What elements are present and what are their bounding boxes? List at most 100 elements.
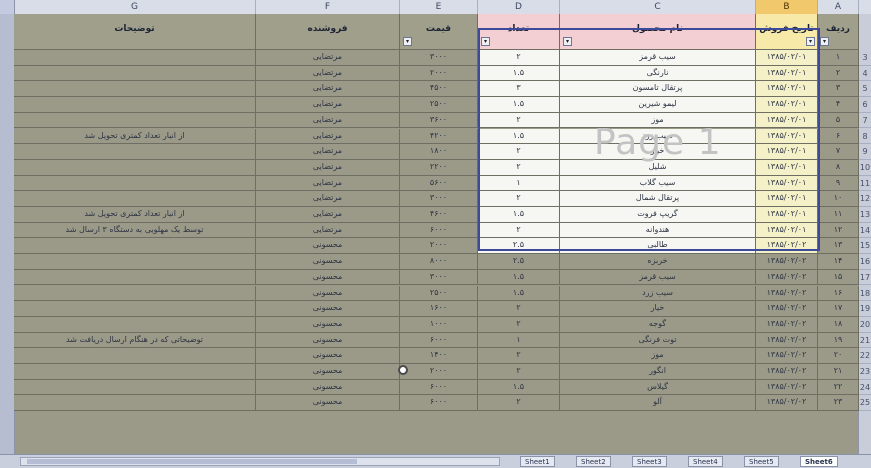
header-seller[interactable]: فروشنده — [256, 14, 400, 50]
date-cell[interactable]: ۱۳۸۵/۰۲/۰۲ — [756, 269, 818, 286]
row-number[interactable]: 18 — [859, 286, 871, 302]
count-cell[interactable]: ۲ — [478, 191, 560, 207]
product-cell[interactable]: سیب قرمز — [560, 50, 756, 66]
date-cell[interactable]: ۱۳۸۵/۰۲/۰۲ — [756, 379, 818, 396]
seller-cell[interactable]: مرتضایی — [256, 191, 400, 207]
seller-cell[interactable]: محسونی — [256, 285, 400, 302]
count-cell[interactable]: ۱.۵ — [478, 207, 560, 223]
date-cell[interactable]: ۱۳۸۵/۰۲/۰۱ — [756, 191, 818, 207]
product-cell[interactable]: سیب گلاب — [560, 175, 756, 192]
price-cell[interactable]: ۳۰۰۰ — [400, 191, 478, 207]
seller-cell[interactable]: محسونی — [256, 348, 400, 364]
notes-cell[interactable] — [14, 395, 256, 412]
column-header-a[interactable]: A — [818, 0, 859, 14]
product-cell[interactable]: خربزه — [560, 254, 756, 270]
seller-cell[interactable]: محسونی — [256, 364, 400, 380]
seller-cell[interactable]: مرتضایی — [256, 81, 400, 98]
notes-cell[interactable] — [14, 81, 256, 98]
date-cell[interactable]: ۱۳۸۵/۰۲/۰۱ — [756, 144, 818, 160]
date-cell[interactable]: ۱۳۸۵/۰۲/۰۱ — [756, 50, 818, 66]
seller-cell[interactable]: محسونی — [256, 301, 400, 317]
row-number[interactable]: 14 — [859, 223, 871, 239]
count-cell[interactable]: ۳ — [478, 81, 560, 98]
seller-cell[interactable]: مرتضایی — [256, 97, 400, 113]
product-cell[interactable]: سیب زرد — [560, 285, 756, 302]
count-cell[interactable]: ۱.۵ — [478, 285, 560, 302]
header-count[interactable]: تعداد ▾ — [478, 14, 560, 50]
seller-cell[interactable]: مرتضایی — [256, 128, 400, 145]
count-cell[interactable]: ۲ — [478, 144, 560, 160]
date-cell[interactable]: ۱۳۸۵/۰۲/۰۲ — [756, 348, 818, 364]
price-cell[interactable]: ۴۵۰۰ — [400, 81, 478, 98]
sheet-tab[interactable]: Sheet5 — [744, 456, 779, 467]
row-index-cell[interactable]: ۱۶ — [818, 285, 859, 302]
row-index-cell[interactable]: ۲۱ — [818, 364, 859, 380]
price-cell[interactable]: ۶۰۰۰ — [400, 222, 478, 239]
price-filter-dropdown-icon[interactable]: ▾ — [403, 37, 412, 46]
price-cell[interactable]: ۳۰۰۰ — [400, 50, 478, 66]
row-number[interactable]: 12 — [859, 191, 871, 207]
product-filter-dropdown-icon[interactable]: ▾ — [563, 37, 572, 46]
notes-cell[interactable]: توسط یک مهلویی به دستگاه ۳ ارسال شد — [14, 222, 256, 239]
row-number[interactable]: 23 — [859, 364, 871, 380]
row-number[interactable]: 9 — [859, 144, 871, 160]
price-cell[interactable]: ۱۶۰۰ — [400, 301, 478, 317]
count-cell[interactable]: ۱ — [478, 175, 560, 192]
column-header-c[interactable]: C — [560, 0, 756, 14]
row-number[interactable]: 19 — [859, 301, 871, 317]
product-cell[interactable]: سیب قرمز — [560, 269, 756, 286]
price-cell[interactable]: ۱۴۰۰ — [400, 348, 478, 364]
price-cell[interactable]: ۸۰۰۰ — [400, 254, 478, 270]
product-cell[interactable]: شلیل — [560, 159, 756, 176]
column-header-d[interactable]: D — [478, 0, 560, 14]
seller-cell[interactable]: محسونی — [256, 332, 400, 349]
count-cell[interactable]: ۲ — [478, 395, 560, 412]
price-cell[interactable]: ۲۰۰۰ — [400, 364, 478, 380]
row-index-cell[interactable]: ۹ — [818, 175, 859, 192]
price-cell[interactable]: ۴۲۰۰ — [400, 128, 478, 145]
notes-cell[interactable] — [14, 175, 256, 192]
date-cell[interactable]: ۱۳۸۵/۰۲/۰۲ — [756, 285, 818, 302]
notes-cell[interactable] — [14, 144, 256, 160]
row-index-cell[interactable]: ۸ — [818, 159, 859, 176]
product-cell[interactable]: پرتقال شمال — [560, 191, 756, 207]
row-number[interactable]: 4 — [859, 66, 871, 82]
price-cell[interactable]: ۲۰۰۰ — [400, 238, 478, 255]
sheet-tab[interactable]: Sheet2 — [576, 456, 611, 467]
product-cell[interactable]: نارنگی — [560, 65, 756, 82]
date-cell[interactable]: ۱۳۸۵/۰۲/۰۲ — [756, 238, 818, 255]
row-number[interactable]: 24 — [859, 380, 871, 396]
seller-cell[interactable]: مرتضایی — [256, 175, 400, 192]
notes-cell[interactable] — [14, 159, 256, 176]
product-cell[interactable]: موز — [560, 348, 756, 364]
row-index-cell[interactable]: ۱۰ — [818, 191, 859, 207]
product-cell[interactable]: سیب زرد — [560, 128, 756, 145]
count-cell[interactable]: ۱.۵ — [478, 97, 560, 113]
price-cell[interactable]: ۶۰۰۰ — [400, 395, 478, 412]
seller-cell[interactable]: مرتضایی — [256, 112, 400, 129]
row-index-cell[interactable]: ۱۱ — [818, 207, 859, 223]
seller-cell[interactable]: محسونی — [256, 316, 400, 333]
date-cell[interactable]: ۱۳۸۵/۰۲/۰۲ — [756, 395, 818, 412]
seller-cell[interactable]: محسونی — [256, 269, 400, 286]
row-index-cell[interactable]: ۱۴ — [818, 254, 859, 270]
price-cell[interactable]: ۵۶۰۰ — [400, 175, 478, 192]
count-cell[interactable]: ۲ — [478, 316, 560, 333]
count-cell[interactable]: ۲.۵ — [478, 238, 560, 255]
row-number[interactable]: 5 — [859, 81, 871, 98]
notes-cell[interactable] — [14, 301, 256, 317]
row-number[interactable]: 7 — [859, 113, 871, 129]
date-cell[interactable]: ۱۳۸۵/۰۲/۰۱ — [756, 81, 818, 98]
count-cell[interactable]: ۲ — [478, 222, 560, 239]
price-cell[interactable]: ۲۰۰۰ — [400, 65, 478, 82]
product-cell[interactable]: گریپ فروت — [560, 207, 756, 223]
count-cell[interactable]: ۱.۵ — [478, 379, 560, 396]
notes-cell[interactable] — [14, 65, 256, 82]
seller-cell[interactable]: مرتضایی — [256, 159, 400, 176]
notes-cell[interactable] — [14, 254, 256, 270]
product-cell[interactable]: پرتقال تامسون — [560, 81, 756, 98]
date-cell[interactable]: ۱۳۸۵/۰۲/۰۲ — [756, 301, 818, 317]
column-header-b[interactable]: B — [756, 0, 818, 14]
notes-cell[interactable]: از انبار تعداد کمتری تحویل شد — [14, 128, 256, 145]
row-number[interactable]: 16 — [859, 254, 871, 270]
